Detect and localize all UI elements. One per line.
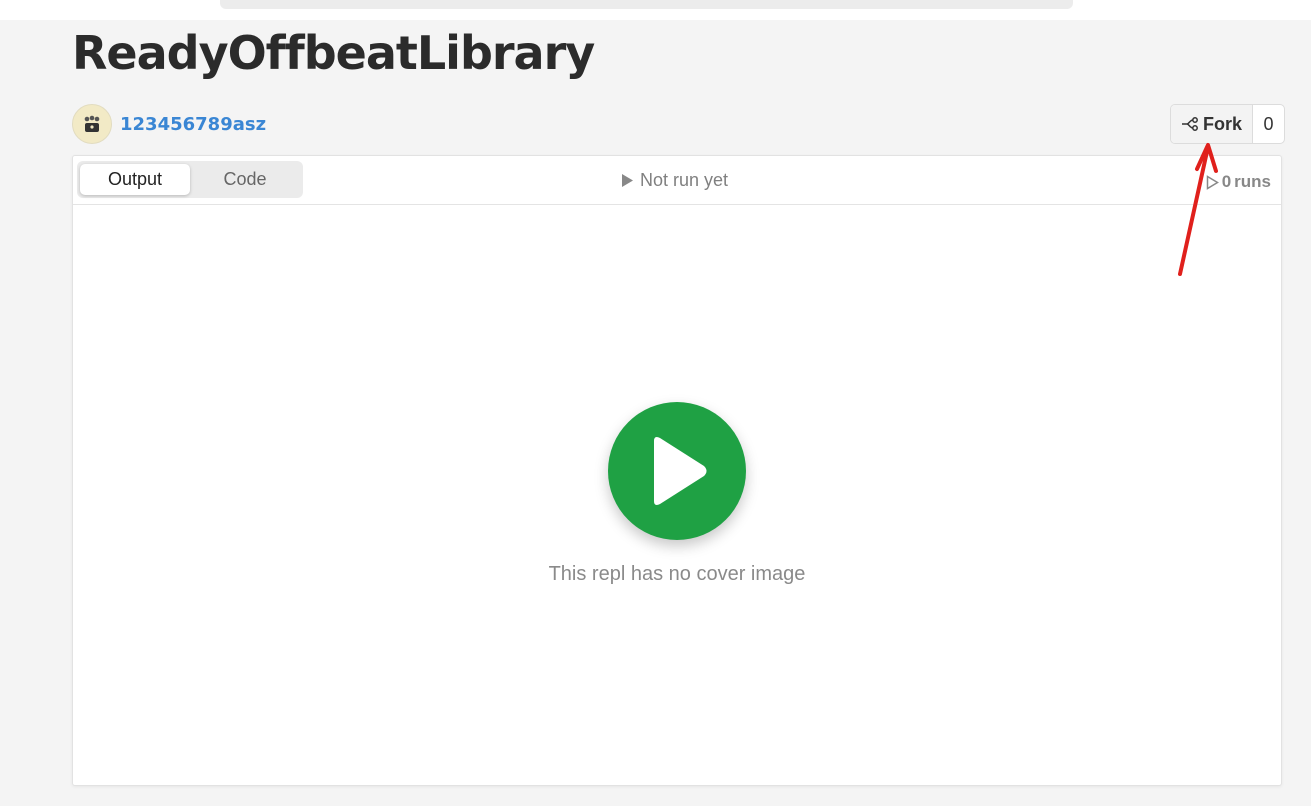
top-search-bar[interactable] xyxy=(220,0,1073,9)
panel-header: Output Code Not run yet 0 runs xyxy=(73,156,1281,205)
run-status: Not run yet xyxy=(621,170,728,191)
view-tabs: Output Code xyxy=(77,161,303,198)
author-row: 123456789asz xyxy=(72,104,266,144)
top-strip xyxy=(0,0,1311,20)
cover-message: This repl has no cover image xyxy=(548,563,806,585)
run-status-text: Not run yet xyxy=(640,170,729,190)
runs-label: runs xyxy=(1234,172,1271,191)
annotation-arrow xyxy=(1178,143,1218,276)
play-triangle-icon xyxy=(622,174,633,187)
tab-code[interactable]: Code xyxy=(190,164,300,195)
fork-count: 0 xyxy=(1263,113,1274,134)
author-name-link[interactable]: 123456789asz xyxy=(120,114,266,135)
avatar-icon xyxy=(84,115,100,132)
repl-panel: Output Code Not run yet 0 runs This repl… xyxy=(72,155,1282,786)
run-play-button[interactable] xyxy=(608,402,746,540)
cover-area: This repl has no cover image xyxy=(73,205,1281,785)
tab-output[interactable]: Output xyxy=(80,164,190,195)
play-icon xyxy=(654,437,707,505)
avatar[interactable] xyxy=(72,104,112,144)
page-title: ReadyOffbeatLibrary xyxy=(72,26,595,80)
